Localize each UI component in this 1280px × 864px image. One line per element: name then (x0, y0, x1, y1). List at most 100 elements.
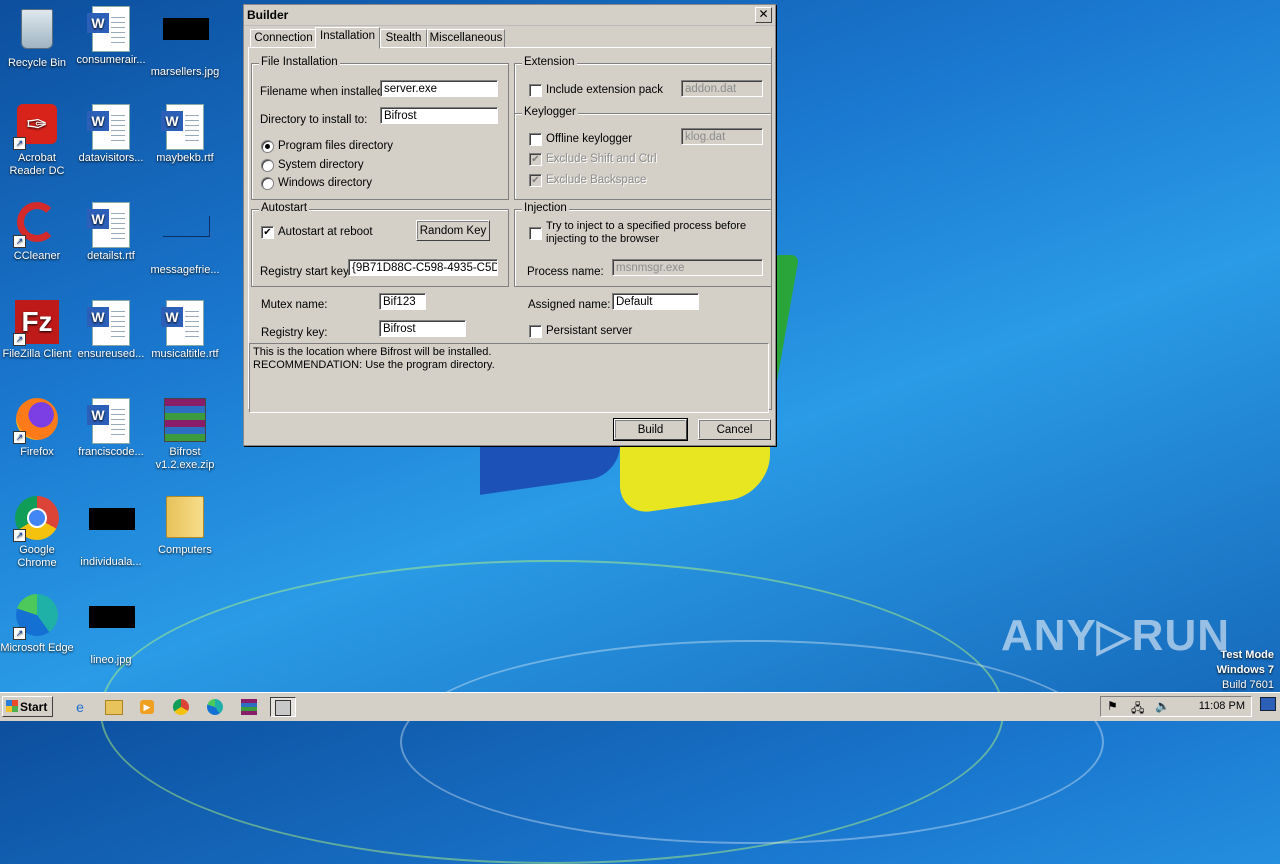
taskbar-clock[interactable]: 11:08 PM (1199, 700, 1245, 712)
tab-installation[interactable]: Installation (315, 27, 380, 49)
desktop-icon-label: marsellers.jpg (150, 66, 220, 78)
filename-field[interactable]: server.exe (380, 80, 498, 97)
autostart-group: Autostart ✔ Autostart at reboot Random K… (251, 202, 509, 287)
cancel-button[interactable]: Cancel (698, 419, 771, 440)
internet-explorer-icon[interactable]: e (70, 697, 90, 717)
desktop-icon-marsellers[interactable]: marsellers.jpg (148, 6, 222, 79)
window-title: Builder (247, 8, 289, 22)
desktop-icon-ensureused[interactable]: W ensureused... (74, 300, 148, 361)
desktop-icon-label: lineo.jpg (90, 654, 132, 666)
inject-process-label-line1: Try to inject to a specified process bef… (546, 220, 747, 232)
radio-system-directory-label: System directory (278, 159, 364, 171)
extension-file-field[interactable]: addon.dat (681, 80, 763, 97)
image-thumbnail-icon (163, 18, 209, 62)
radio-program-files-label: Program files directory (278, 140, 394, 152)
volume-icon[interactable]: 🔈 (1155, 699, 1170, 713)
system-tray: ⚑ 🖧 🔈 11:08 PM (1100, 696, 1252, 717)
winrar-taskbar-icon[interactable] (237, 697, 261, 717)
directory-field[interactable]: Bifrost (380, 107, 498, 124)
exclude-backspace-label: Exclude Backspace (546, 174, 647, 186)
firefox-icon: ↗ (13, 398, 59, 444)
windows-logo-icon (6, 700, 18, 712)
desktop-icon-filezilla[interactable]: Fz ↗ FileZilla Client (0, 300, 74, 361)
explorer-folder-icon[interactable] (104, 697, 124, 717)
random-key-button[interactable]: Random Key (416, 220, 490, 241)
desktop-icon-chrome[interactable]: ↗ Google Chrome (0, 496, 74, 570)
desktop-icon-messagefrie[interactable]: messagefrie... (148, 202, 222, 277)
desktop-icon-ccleaner[interactable]: ↗ CCleaner (0, 202, 74, 263)
info-line: RECOMMENDATION: Use the program director… (253, 359, 495, 371)
process-name-label: Process name: (527, 266, 604, 278)
desktop-icon-lineo[interactable]: lineo.jpg (74, 594, 148, 667)
desktop-icon-recycle-bin[interactable]: Recycle Bin (0, 6, 74, 70)
keylogger-file-field[interactable]: klog.dat (681, 128, 763, 145)
desktop-icon-label: datavisitors... (78, 152, 144, 164)
desktop-icon-label: maybekb.rtf (156, 152, 214, 164)
radio-windows-directory-label: Windows directory (278, 177, 372, 189)
persistant-server-checkbox[interactable] (529, 325, 542, 338)
desktop-icon-label: individuala... (80, 556, 142, 568)
close-icon[interactable]: ✕ (755, 7, 772, 23)
folder-icon (163, 496, 207, 540)
tab-connection[interactable]: Connection (250, 29, 317, 48)
image-thumbnail-icon (163, 216, 210, 260)
desktop-icon-maybekb[interactable]: W maybekb.rtf (148, 104, 222, 165)
mutex-name-field[interactable]: Bif123 (379, 293, 426, 310)
desktop-icon-individuala[interactable]: individuala... (74, 496, 148, 569)
include-extension-checkbox[interactable] (529, 84, 542, 97)
desktop-icon-label: messagefrie... (150, 264, 220, 276)
group-title: Extension (522, 56, 577, 68)
tab-stealth[interactable]: Stealth (380, 29, 427, 48)
group-title: File Installation (259, 56, 340, 68)
start-button[interactable]: Start (2, 696, 53, 717)
desktop-icon-label: ensureused... (77, 348, 145, 360)
desktop-icon-edge[interactable]: ↗ Microsoft Edge (0, 594, 74, 655)
filezilla-icon: Fz ↗ (13, 300, 59, 346)
assigned-name-field[interactable]: Default (612, 293, 699, 310)
network-icon[interactable]: 🖧 (1131, 699, 1144, 720)
assigned-name-label: Assigned name: (528, 299, 611, 311)
chrome-taskbar-icon[interactable] (171, 697, 191, 717)
show-desktop-button[interactable] (1260, 697, 1276, 711)
build-button[interactable]: Build (613, 418, 688, 441)
registry-key-field[interactable]: Bifrost (379, 320, 466, 337)
desktop-icon-musicaltitle[interactable]: W musicaltitle.rtf (148, 300, 222, 361)
desktop-icon-firefox[interactable]: ↗ Firefox (0, 398, 74, 459)
desktop-icon-franciscode[interactable]: W franciscode... (74, 398, 148, 459)
info-line: This is the location where Bifrost will … (253, 346, 492, 358)
include-extension-label: Include extension pack (546, 84, 663, 96)
recycle-bin-icon (15, 9, 59, 53)
exclude-backspace-checkbox[interactable]: ✔ (529, 174, 542, 187)
test-mode-notice: Test Mode Windows 7 Build 7601 (1217, 648, 1274, 693)
media-player-icon[interactable]: ▶ (137, 697, 157, 717)
offline-keylogger-checkbox[interactable] (529, 133, 542, 146)
desktop-icon-acrobat[interactable]: ✑ ↗ Acrobat Reader DC (0, 104, 74, 178)
desktop-icon-datavisitors[interactable]: W datavisitors... (74, 104, 148, 165)
desktop-icon-label: FileZilla Client (2, 348, 72, 360)
process-name-field[interactable]: msnmsgr.exe (612, 259, 763, 276)
image-thumbnail-icon (89, 606, 135, 650)
desktop-icon-label: consumerair... (76, 54, 146, 66)
desktop-icon-computers[interactable]: Computers (148, 496, 222, 557)
ccleaner-icon: ↗ (13, 202, 59, 248)
radio-program-files[interactable] (261, 140, 274, 153)
edge-taskbar-icon[interactable] (205, 697, 225, 717)
word-document-icon: W (161, 104, 207, 150)
registry-start-key-label: Registry start key: (260, 266, 353, 278)
radio-system-directory[interactable] (261, 159, 274, 172)
radio-windows-directory[interactable] (261, 177, 274, 190)
builder-taskbar-icon[interactable] (270, 697, 296, 717)
action-center-flag-icon[interactable]: ⚑ (1107, 699, 1118, 713)
window-titlebar[interactable]: Builder ✕ (244, 5, 775, 26)
offline-keylogger-label: Offline keylogger (546, 133, 633, 145)
desktop-icon-detailst[interactable]: W detailst.rtf (74, 202, 148, 263)
inject-process-checkbox[interactable] (529, 227, 542, 240)
tab-miscellaneous[interactable]: Miscellaneous (427, 29, 505, 48)
desktop-icon-bifrost-zip[interactable]: Bifrost v1.2.exe.zip (148, 398, 222, 472)
autostart-checkbox[interactable]: ✔ (261, 226, 274, 239)
desktop-icon-label: CCleaner (13, 250, 61, 262)
registry-start-key-field[interactable]: {9B71D88C-C598-4935-C5D1- (348, 259, 498, 276)
word-document-icon: W (87, 104, 133, 150)
exclude-shift-checkbox[interactable]: ✔ (529, 153, 542, 166)
desktop-icon-consumerair[interactable]: W consumerair... (74, 6, 148, 67)
